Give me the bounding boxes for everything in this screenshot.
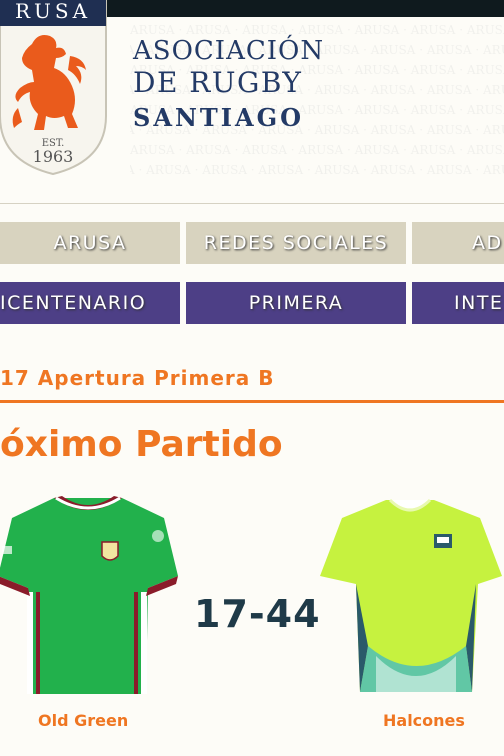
org-name-line2: DE RUGBY (133, 66, 303, 99)
arusa-logo[interactable]: RUSA EST. 1963 (0, 0, 114, 176)
section-divider (0, 400, 504, 403)
nav-arusa-button[interactable]: ARUSA (0, 222, 180, 264)
nav-primera-button[interactable]: PRIMERA (186, 282, 406, 324)
away-team-jersey[interactable] (316, 496, 504, 700)
nav-bicentenario-button[interactable]: ICENTENARIO (0, 282, 180, 324)
header-divider (0, 203, 504, 204)
match-score: 17-44 (194, 592, 321, 636)
nav-ad-button[interactable]: AD (412, 222, 504, 264)
nav-inte-button[interactable]: INTE (412, 282, 504, 324)
season-title: 17 Apertura Primera B (0, 366, 275, 390)
org-name: ASOCIACIÓN DE RUGBY SANTIAGO (133, 36, 324, 134)
away-team-name[interactable]: Halcones (383, 711, 465, 730)
nav-redes-sociales-button[interactable]: REDES SOCIALES (186, 222, 406, 264)
org-name-line1: ASOCIACIÓN (133, 36, 325, 66)
home-team-jersey[interactable] (0, 492, 180, 702)
home-team-name[interactable]: Old Green (38, 711, 128, 730)
logo-arc-text: RUSA (15, 0, 91, 23)
next-match-title: óximo Partido (0, 424, 283, 465)
org-name-line3: SANTIAGO (133, 103, 304, 132)
logo-est-year: 1963 (33, 147, 74, 166)
